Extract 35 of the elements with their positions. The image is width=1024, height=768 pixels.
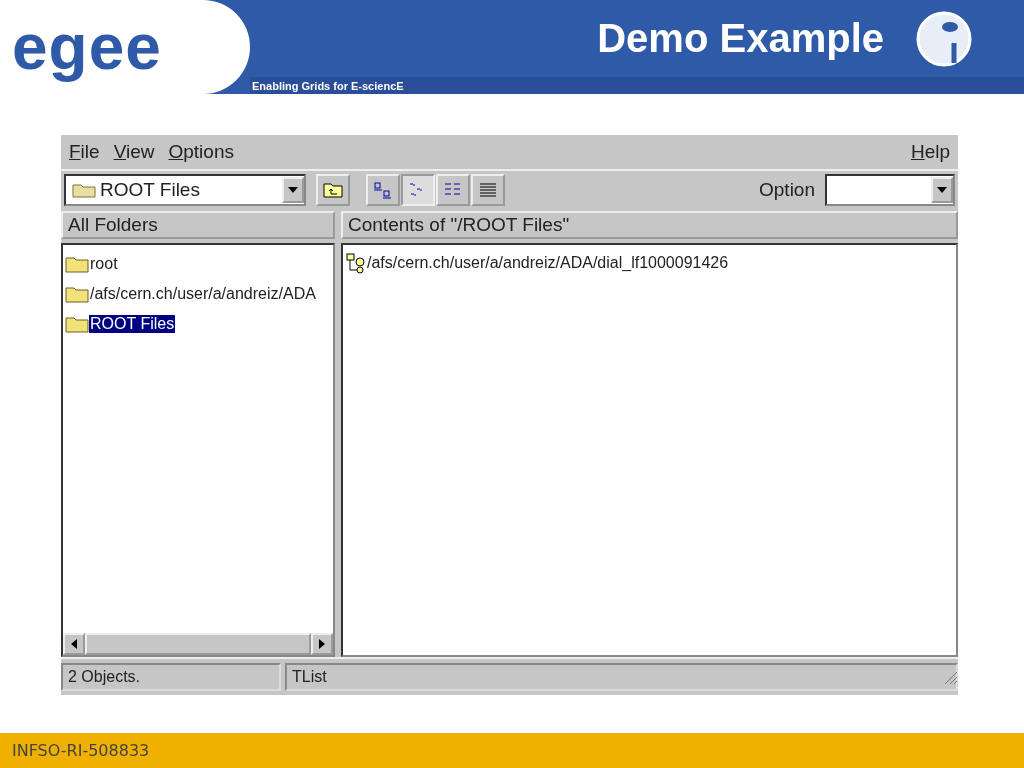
folder-icon [72,182,96,198]
folder-icon [65,255,89,273]
horizontal-scrollbar[interactable] [63,633,333,655]
details-view-button[interactable] [471,174,505,206]
menu-item[interactable]: File [67,139,102,165]
footer-text: INFSO-RI-508833 [12,741,150,760]
slide-title: Demo Example [597,16,884,61]
tagline: Enabling Grids for E-sciencE [251,79,404,92]
small-icons-view-button[interactable] [401,174,435,206]
menu-item[interactable]: Options [166,139,236,165]
list-view-button[interactable] [436,174,470,206]
tree-object-icon [345,252,367,274]
large-icons-view-button[interactable] [366,174,400,206]
option-dropdown[interactable] [825,174,955,206]
folder-item[interactable]: root [89,255,119,273]
left-arrow-icon [71,639,77,649]
location-dropdown[interactable]: ROOT Files [64,174,306,206]
large-icons-icon [372,181,394,199]
menu-item[interactable]: Help [908,139,952,165]
pane-header: All Folders [61,211,335,239]
menu-item[interactable]: View [111,139,157,165]
status-text: 2 Objects. [61,663,281,691]
option-label: Option [759,179,815,201]
content-item[interactable]: /afs/cern.ch/user/a/andreiz/ADA/dial_lf1000091426 [367,254,729,272]
folder-icon [65,285,89,303]
details-icon [477,181,499,199]
up-folder-button[interactable] [316,174,350,206]
folder-up-icon [323,182,343,198]
pane-header: Contents of "/ROOT Files" [341,211,958,239]
right-arrow-icon [319,639,325,649]
folder-item[interactable]: /afs/cern.ch/user/a/andreiz/ADA [89,285,317,303]
folder-item[interactable]: ROOT Files [89,315,176,333]
status-text: TList [285,663,958,691]
resize-grip-icon [942,669,958,685]
folder-icon [65,315,89,333]
